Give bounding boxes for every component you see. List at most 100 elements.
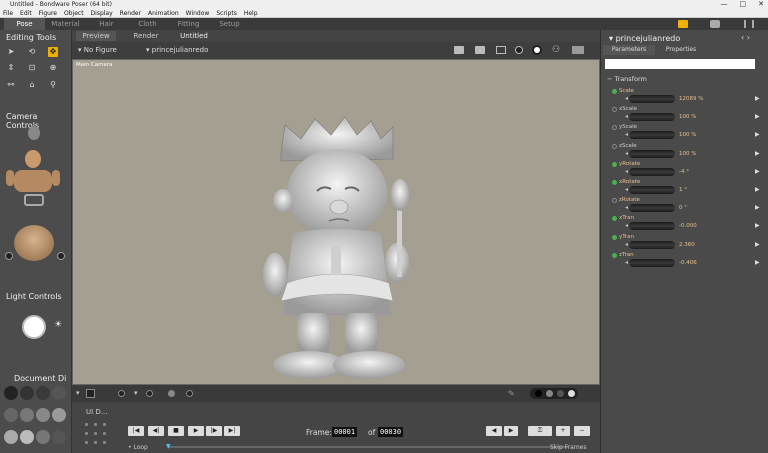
param-dial[interactable]: [629, 222, 675, 231]
ground-icon[interactable]: [146, 390, 153, 397]
param-menu-arrow-icon[interactable]: ▶: [755, 241, 760, 248]
parameter-search-input[interactable]: [605, 59, 755, 69]
current-frame-field[interactable]: 00001: [332, 427, 358, 437]
timeline-slider-track[interactable]: [168, 446, 568, 448]
param-decrement-icon[interactable]: ◂: [625, 222, 628, 229]
camera-icon[interactable]: [475, 46, 485, 54]
camera-scale-icon[interactable]: [57, 252, 65, 260]
next-key-button[interactable]: ▶: [504, 426, 518, 436]
display-style-outline-icon[interactable]: [20, 386, 34, 400]
display-style-smooth-shaded-icon[interactable]: [4, 430, 18, 444]
menu-display[interactable]: Display: [91, 9, 113, 17]
chat-icon[interactable]: [710, 20, 720, 28]
param-value[interactable]: 100 %: [679, 151, 696, 157]
figure-menu[interactable]: ▾ No Figure: [78, 46, 117, 54]
ui-dots-grid[interactable]: [82, 420, 110, 448]
tab-preview[interactable]: Preview: [76, 31, 116, 41]
param-menu-arrow-icon[interactable]: ▶: [755, 95, 760, 102]
close-button[interactable]: ✕: [758, 0, 764, 9]
param-keyed-dot[interactable]: [612, 143, 617, 149]
trackball-icon[interactable]: [14, 225, 54, 261]
param-value[interactable]: 100 %: [679, 132, 696, 138]
param-keyed-dot[interactable]: [612, 198, 617, 204]
remove-key-button[interactable]: −: [574, 426, 590, 436]
step-back-button[interactable]: ◀|: [148, 426, 164, 436]
twist-icon[interactable]: ⇕: [6, 63, 16, 73]
pencil-icon[interactable]: ✎: [508, 389, 515, 398]
room-tab-fitting[interactable]: Fitting: [168, 18, 209, 30]
param-value[interactable]: 100 %: [679, 114, 696, 120]
taper-icon[interactable]: ⊕: [48, 63, 58, 73]
param-menu-arrow-icon[interactable]: ▶: [755, 131, 760, 138]
body-camera-icon[interactable]: [14, 170, 52, 192]
tab-parameters[interactable]: Parameters: [603, 45, 655, 55]
param-dial[interactable]: [629, 149, 675, 158]
param-decrement-icon[interactable]: ◂: [625, 168, 628, 175]
menu-render[interactable]: Render: [120, 9, 141, 17]
panel-nav-arrows[interactable]: ‹ ›: [741, 33, 750, 42]
camera-plane-icon[interactable]: [5, 252, 13, 260]
light-sun-icon[interactable]: ☀: [54, 320, 62, 330]
room-tab-setup[interactable]: Setup: [209, 18, 250, 30]
param-decrement-icon[interactable]: ◂: [625, 113, 628, 120]
timeline-playhead[interactable]: ▼: [166, 443, 171, 450]
menu-edit[interactable]: Edit: [20, 9, 32, 17]
param-row-xscale[interactable]: xScale ◂ 100 % ▶: [601, 106, 768, 124]
param-menu-arrow-icon[interactable]: ▶: [755, 186, 760, 193]
param-keyed-dot[interactable]: [612, 89, 617, 94]
param-keyed-dot[interactable]: [612, 161, 617, 167]
display-style-silhouette-icon[interactable]: [4, 386, 18, 400]
display-style-smooth-lined-icon[interactable]: [20, 430, 34, 444]
param-decrement-icon[interactable]: ◂: [625, 259, 628, 266]
param-value[interactable]: 12089 %: [679, 96, 703, 102]
param-dial[interactable]: [629, 131, 675, 140]
param-row-xrotate[interactable]: xRotate ◂ 1 ° ▶: [601, 179, 768, 197]
param-decrement-icon[interactable]: ◂: [625, 204, 628, 211]
param-row-yrotate[interactable]: yRotate ◂ -4 ° ▶: [601, 161, 768, 179]
shadow-icon[interactable]: [186, 390, 193, 397]
rewind-button[interactable]: |◀: [128, 426, 144, 436]
param-row-ztran[interactable]: zTran ◂ -0.406 ▶: [601, 252, 768, 270]
rotate-icon[interactable]: ⟲: [27, 47, 37, 57]
play-button[interactable]: ▶: [188, 426, 204, 436]
loop-toggle[interactable]: • Loop: [128, 444, 148, 451]
dropdown-1-icon[interactable]: ▾: [76, 389, 80, 397]
param-keyed-dot[interactable]: [612, 107, 617, 113]
param-dial[interactable]: [629, 186, 675, 194]
param-row-zrotate[interactable]: zRotate ◂ 0 ° ▶: [601, 197, 768, 215]
document-viewport[interactable]: Main Camera: [72, 59, 600, 385]
param-value[interactable]: 2.360: [679, 242, 695, 248]
menu-help[interactable]: Help: [244, 9, 258, 17]
param-row-xtran[interactable]: xTran ◂ -0.000 ▶: [601, 215, 768, 233]
display-style-flat-lined-icon[interactable]: [36, 408, 50, 422]
param-decrement-icon[interactable]: ◂: [625, 241, 628, 248]
video-icon[interactable]: [572, 46, 584, 54]
param-row-zscale[interactable]: zScale ◂ 100 % ▶: [601, 143, 768, 161]
transform-group[interactable]: − Transform: [607, 75, 647, 83]
walk-icon[interactable]: ⚇: [552, 45, 560, 55]
param-menu-arrow-icon[interactable]: ▶: [755, 168, 760, 175]
param-keyed-dot[interactable]: [612, 216, 617, 222]
param-menu-arrow-icon[interactable]: ▶: [755, 150, 760, 157]
dropdown-2-icon[interactable]: ▾: [134, 389, 138, 397]
add-key-button[interactable]: +: [556, 426, 570, 436]
step-forward-button[interactable]: |▶: [206, 426, 222, 436]
actor-menu[interactable]: ▾ princejulianredo: [146, 46, 208, 54]
light-dots-icon[interactable]: [168, 390, 175, 397]
param-dial[interactable]: [629, 95, 675, 103]
param-dial[interactable]: [629, 258, 675, 267]
menu-animation[interactable]: Animation: [148, 9, 179, 17]
param-menu-arrow-icon[interactable]: ▶: [755, 222, 760, 229]
param-row-yscale[interactable]: yScale ◂ 100 % ▶: [601, 124, 768, 142]
param-menu-arrow-icon[interactable]: ▶: [755, 204, 760, 211]
frame-icon[interactable]: [496, 46, 506, 54]
param-value[interactable]: -4 °: [679, 169, 689, 175]
param-menu-arrow-icon[interactable]: ▶: [755, 259, 760, 266]
param-value[interactable]: 0 °: [679, 205, 687, 211]
minimize-button[interactable]: —: [721, 0, 728, 9]
display-style-preview-icon[interactable]: [52, 430, 66, 444]
tab-render[interactable]: Render: [126, 31, 166, 41]
param-value[interactable]: 1 °: [679, 187, 687, 193]
scale-icon[interactable]: ⊡: [27, 63, 37, 73]
param-decrement-icon[interactable]: ◂: [625, 150, 628, 157]
